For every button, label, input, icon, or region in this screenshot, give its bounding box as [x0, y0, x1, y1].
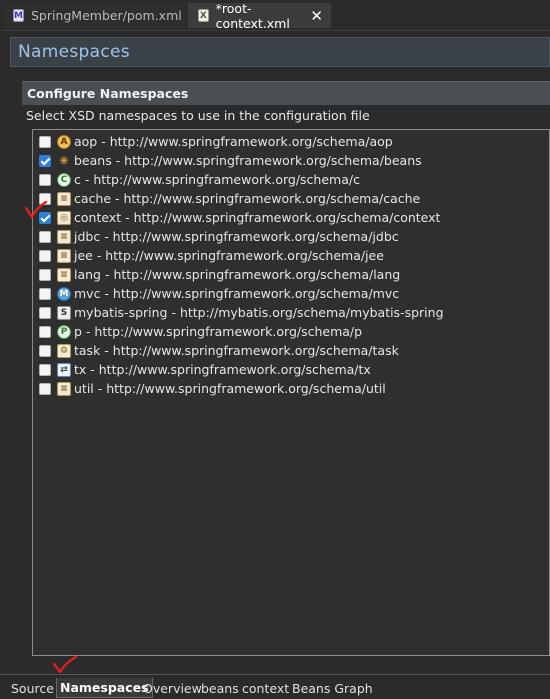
- namespace-checkbox[interactable]: [39, 344, 51, 357]
- section-title: Configure Namespaces: [27, 86, 189, 101]
- namespace-row[interactable]: ⇄ tx - http://www.springframework.org/sch…: [33, 360, 549, 379]
- page-tab-beans-graph[interactable]: Beans Graph: [292, 678, 373, 698]
- namespace-row[interactable]: Pp - http://www.springframework.org/sche…: [33, 322, 549, 341]
- namespace-label: context - http://www.springframework.org…: [74, 210, 441, 225]
- namespace-label: beans - http://www.springframework.org/s…: [74, 153, 422, 168]
- namespace-checkbox[interactable]: [39, 173, 51, 186]
- lang-icon: ≡: [57, 267, 71, 282]
- editor-tab-root-context[interactable]: X *root-context.xml ✕: [188, 0, 331, 31]
- namespace-label: task - http://www.springframework.org/sc…: [74, 343, 399, 358]
- editor-tab-bar: M SpringMember/pom.xml X *root-context.x…: [0, 0, 550, 31]
- page-tab-context[interactable]: context: [242, 678, 289, 698]
- mybatis-icon: S: [57, 305, 71, 320]
- util-icon: ≡: [57, 381, 71, 396]
- namespace-row[interactable]: Cc - http://www.springframework.org/sche…: [33, 170, 549, 189]
- p-namespace-icon: P: [57, 324, 71, 339]
- namespace-checkbox[interactable]: [39, 382, 51, 395]
- namespace-label: mybatis-spring - http://mybatis.org/sche…: [74, 305, 444, 320]
- close-icon[interactable]: ✕: [310, 7, 323, 25]
- page-tab-namespaces[interactable]: Namespaces: [56, 678, 153, 698]
- aop-icon: A: [57, 134, 71, 149]
- mvc-icon: M: [57, 286, 71, 301]
- namespace-label: util - http://www.springframework.org/sc…: [74, 381, 386, 396]
- editor-tab-pom-label: SpringMember/pom.xml: [30, 8, 182, 23]
- page-tab-overview[interactable]: Overview: [143, 678, 202, 698]
- editor-tab-pom[interactable]: M SpringMember/pom.xml: [3, 3, 186, 28]
- namespace-label: c - http://www.springframework.org/schem…: [74, 172, 360, 187]
- namespace-row[interactable]: ≡ jee - http://www.springframework.org/sc…: [33, 246, 549, 265]
- namespace-checkbox[interactable]: [39, 135, 51, 148]
- editor-page-tabs: Source Namespaces Overview beans context…: [0, 674, 550, 699]
- page-header: Namespaces: [10, 37, 550, 67]
- page-tab-source[interactable]: Source: [11, 678, 54, 698]
- namespace-row[interactable]: Aaop - http://www.springframework.org/sc…: [33, 132, 549, 151]
- jee-icon: ≡: [57, 248, 71, 263]
- namespace-list[interactable]: Aaop - http://www.springframework.org/sc…: [32, 129, 550, 656]
- namespace-label: lang - http://www.springframework.org/sc…: [74, 267, 401, 282]
- namespace-label: aop - http://www.springframework.org/sch…: [74, 134, 393, 149]
- task-icon: ⚙: [57, 343, 71, 358]
- beans-icon: ❀: [59, 154, 69, 167]
- section-header: Configure Namespaces: [22, 81, 550, 105]
- namespace-row[interactable]: ≡ jdbc - http://www.springframework.org/s…: [33, 227, 549, 246]
- namespace-row[interactable]: ≡ cache - http://www.springframework.org/…: [33, 189, 549, 208]
- namespace-checkbox[interactable]: [39, 287, 51, 300]
- jdbc-icon: ≡: [57, 229, 71, 244]
- namespace-row[interactable]: ⚙ task - http://www.springframework.org/s…: [33, 341, 549, 360]
- namespace-label: cache - http://www.springframework.org/s…: [74, 191, 421, 206]
- red-check-annotation-context: [24, 200, 48, 219]
- namespace-checkbox[interactable]: [39, 268, 51, 281]
- namespace-checkbox[interactable]: [39, 363, 51, 376]
- namespace-checkbox[interactable]: [39, 249, 51, 262]
- namespace-row[interactable]: ≡ util - http://www.springframework.org/s…: [33, 379, 549, 398]
- tx-icon: ⇄: [57, 362, 71, 377]
- namespace-label: mvc - http://www.springframework.org/sch…: [74, 286, 400, 301]
- red-check-annotation-namespaces-tab: [52, 655, 78, 674]
- page-title: Namespaces: [18, 42, 130, 62]
- maven-pom-icon: M: [13, 9, 24, 22]
- namespace-row[interactable]: ◎ context - http://www.springframework.or…: [33, 208, 549, 227]
- context-icon: ◎: [57, 210, 71, 225]
- namespace-row[interactable]: Mmvc - http://www.springframework.org/sc…: [33, 284, 549, 303]
- namespace-checkbox[interactable]: [39, 230, 51, 243]
- namespace-row[interactable]: ❀ beans - http://www.springframework.org/…: [33, 151, 549, 170]
- namespace-label: jdbc - http://www.springframework.org/sc…: [74, 229, 399, 244]
- xml-file-icon: X: [198, 9, 209, 22]
- namespace-row[interactable]: ≡ lang - http://www.springframework.org/s…: [33, 265, 549, 284]
- namespace-label: tx - http://www.springframework.org/sche…: [74, 362, 371, 377]
- cache-icon: ≡: [57, 191, 71, 206]
- namespace-checkbox[interactable]: [39, 306, 51, 319]
- page-tab-beans[interactable]: beans: [201, 678, 239, 698]
- section-description: Select XSD namespaces to use in the conf…: [26, 108, 370, 123]
- namespace-row[interactable]: Smybatis-spring - http://mybatis.org/sch…: [33, 303, 549, 322]
- editor-tab-root-context-label: *root-context.xml: [215, 0, 290, 31]
- namespace-checkbox[interactable]: [39, 154, 51, 167]
- namespace-label: jee - http://www.springframework.org/sch…: [74, 248, 384, 263]
- c-namespace-icon: C: [57, 172, 71, 187]
- namespace-label: p - http://www.springframework.org/schem…: [74, 324, 363, 339]
- namespace-checkbox[interactable]: [39, 325, 51, 338]
